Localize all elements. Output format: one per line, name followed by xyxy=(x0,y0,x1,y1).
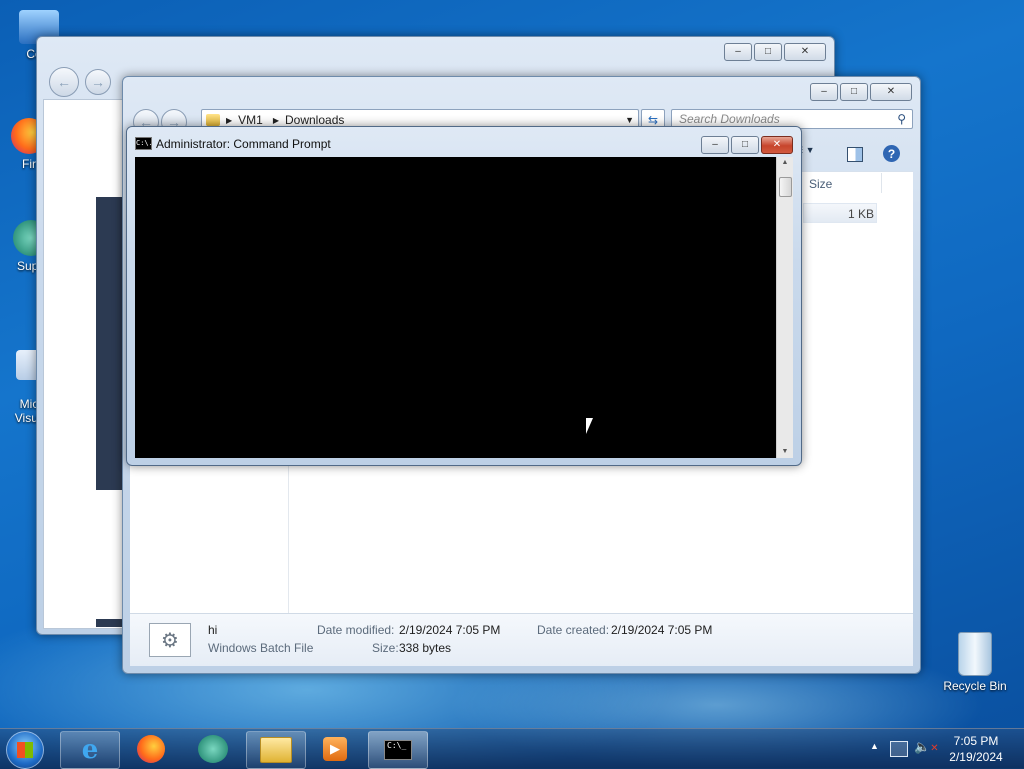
command-prompt-window[interactable]: C:\. Administrator: Command Prompt – □ ✕… xyxy=(126,126,802,466)
column-header-size[interactable]: Size xyxy=(809,177,832,191)
help-icon[interactable]: ? xyxy=(883,145,900,162)
minimize-button[interactable]: – xyxy=(701,136,729,154)
network-icon[interactable] xyxy=(890,741,908,757)
recycle-bin-icon xyxy=(958,632,992,676)
breadcrumb-separator-icon: ▶ xyxy=(272,115,279,125)
close-button[interactable]: ✕ xyxy=(870,83,912,101)
window-controls: – □ ✕ xyxy=(810,83,912,101)
search-icon: ⚲ xyxy=(897,112,906,126)
minimize-button[interactable]: – xyxy=(724,43,752,61)
windows-logo-icon xyxy=(17,742,33,758)
taskbar-firefox[interactable] xyxy=(122,731,180,767)
taskbar-file-explorer[interactable] xyxy=(246,731,306,769)
scroll-down-icon[interactable]: ▼ xyxy=(777,448,793,455)
command-prompt-icon: C:\_ xyxy=(384,740,412,760)
details-size-value: 338 bytes xyxy=(399,641,452,655)
desktop-icon-recycle-bin[interactable]: Recycle Bin xyxy=(938,632,1012,693)
back-button[interactable]: ← xyxy=(49,67,79,97)
volume-muted-icon[interactable]: 🔈✕ xyxy=(914,739,939,755)
details-size-label: Size: xyxy=(372,641,399,655)
scroll-thumb[interactable] xyxy=(779,177,792,197)
breadcrumb-downloads[interactable]: Downloads xyxy=(285,113,344,127)
file-size-cell[interactable]: 1 KB xyxy=(803,203,877,223)
maximize-button[interactable]: □ xyxy=(731,136,759,154)
start-button[interactable] xyxy=(6,731,44,769)
app-icon xyxy=(198,735,228,763)
internet-explorer-icon: e xyxy=(81,735,99,765)
batch-file-icon: ⚙ xyxy=(149,623,191,657)
details-date-created-value: 2/19/2024 7:05 PM xyxy=(611,623,713,637)
firefox-icon xyxy=(137,735,165,763)
breadcrumb-separator-icon: ▶ xyxy=(226,115,233,125)
media-player-icon: ▶ xyxy=(323,737,347,761)
preview-pane-icon[interactable] xyxy=(847,147,863,162)
search-placeholder: Search Downloads xyxy=(679,112,780,126)
taskbar-internet-explorer[interactable]: e xyxy=(60,731,120,769)
taskbar-command-prompt[interactable]: C:\_ xyxy=(368,731,428,769)
navigation-pane-divider xyxy=(288,457,289,613)
cmd-window-title: Administrator: Command Prompt xyxy=(156,137,331,151)
taskbar-media-player[interactable]: ▶ xyxy=(306,731,364,767)
minimize-button[interactable]: – xyxy=(810,83,838,101)
close-button[interactable]: ✕ xyxy=(784,43,826,61)
folder-icon xyxy=(206,114,220,126)
clock-date: 2/19/2024 xyxy=(949,750,1003,764)
forward-button[interactable]: → xyxy=(85,69,111,95)
cmd-title-icon: C:\. xyxy=(135,137,152,150)
console-scrollbar[interactable]: ▲ ▼ xyxy=(776,157,793,458)
taskbar-app[interactable] xyxy=(184,731,242,767)
details-date-modified-value: 2/19/2024 7:05 PM xyxy=(399,623,501,637)
details-date-created-label: Date created: xyxy=(537,623,610,637)
close-button[interactable]: ✕ xyxy=(761,136,793,154)
taskbar: e ▶ C:\_ ▲ 🔈✕ 7:05 PM 2/19/2024 xyxy=(0,728,1024,769)
folder-icon xyxy=(260,737,292,763)
breadcrumb-vm1[interactable]: VM1 xyxy=(238,113,263,127)
console-output[interactable] xyxy=(135,157,776,458)
details-pane xyxy=(130,613,913,666)
desktop-icon-label: Recycle Bin xyxy=(943,679,1007,693)
clock[interactable]: 7:05 PM 2/19/2024 xyxy=(938,733,1014,765)
details-file-name: hi xyxy=(208,623,218,637)
desktop-icon-label: Fir xyxy=(22,157,36,171)
maximize-button[interactable]: □ xyxy=(754,43,782,61)
address-dropdown-icon[interactable]: ▼ xyxy=(625,115,634,125)
scroll-up-icon[interactable]: ▲ xyxy=(777,159,793,166)
maximize-button[interactable]: □ xyxy=(840,83,868,101)
window-controls: – □ ✕ xyxy=(724,43,826,61)
window-controls: – □ ✕ xyxy=(701,136,793,154)
column-header-divider xyxy=(881,173,882,193)
show-hidden-icons-button[interactable]: ▲ xyxy=(870,741,879,751)
details-file-type: Windows Batch File xyxy=(208,641,314,655)
details-date-modified-label: Date modified: xyxy=(317,623,395,637)
clock-time: 7:05 PM xyxy=(953,734,999,748)
mouse-cursor-icon xyxy=(586,418,593,434)
